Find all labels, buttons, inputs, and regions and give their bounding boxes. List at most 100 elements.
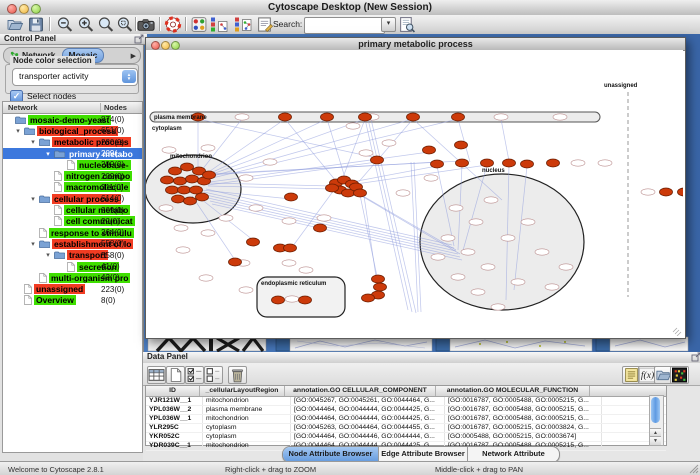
graph-node[interactable] [451,274,465,280]
graph-node-selected[interactable] [372,275,385,283]
close-button[interactable] [151,41,160,50]
table-cell[interactable]: mitochondrion [203,415,291,423]
tree-row[interactable]: response to stimulu264(0) [3,227,142,238]
float-panel-icon[interactable] [691,352,700,362]
tree-row[interactable]: nucleobase-209(0) [3,159,142,170]
graph-node-selected[interactable] [186,175,199,183]
layout-a-icon[interactable] [210,16,228,33]
graph-node[interactable] [511,279,525,285]
graph-node-selected[interactable] [321,113,334,121]
tree-row[interactable]: ▾metabolic process280(0) [3,137,142,148]
graph-node-selected[interactable] [678,188,684,196]
search-input[interactable] [304,17,385,34]
graph-node-selected[interactable] [362,294,375,302]
table-cell[interactable]: mitochondrion [203,397,291,405]
graph-node[interactable] [521,219,535,225]
tree-row[interactable]: ▾establishment of lo558(0) [3,238,142,249]
graph-node-selected[interactable] [172,195,185,203]
expand-arrow-icon[interactable]: ▾ [42,251,54,259]
graph-node[interactable] [501,235,515,241]
tree-row[interactable]: nitrogen compo209(0) [3,170,142,181]
tree-row[interactable]: multi-organism pro42(0) [3,272,142,283]
new-attribute-icon[interactable] [166,366,185,384]
table-row[interactable]: YJR121W__1mitochondrion[GO:0045267, GO:0… [146,397,666,406]
zoom-out-icon[interactable] [56,16,74,33]
graph-node[interactable] [282,218,296,224]
tree-row[interactable]: macromolecule311(0) [3,182,142,193]
tree-row[interactable]: unassigned223(0) [3,283,142,294]
table-row[interactable]: YPL036W__1mitochondrion[GO:0044464, GO:0… [146,415,666,424]
graph-node-selected[interactable] [503,159,516,167]
table-cell[interactable]: [GO:0016787, GO:0005488, GO:0005215, G..… [445,397,602,405]
graph-node[interactable] [559,264,573,270]
graph-node-selected[interactable] [660,188,673,196]
graph-node-selected[interactable] [196,193,209,201]
tree-row[interactable]: cell communicat22(0) [3,216,142,227]
table-cell[interactable]: mitochondrion [203,442,291,450]
graph-node[interactable] [249,205,263,211]
graph-node-selected[interactable] [174,177,187,185]
search-options-icon[interactable] [398,16,416,33]
graph-node-selected[interactable] [371,156,384,164]
graph-node[interactable] [481,264,495,270]
graph-node-selected[interactable] [184,197,197,205]
graph-node[interactable] [235,114,249,120]
attribute-table-icon[interactable] [147,366,166,384]
graph-node[interactable] [282,260,296,266]
table-cell[interactable]: plasma membrane [203,406,291,414]
graph-node[interactable] [598,160,612,166]
table-cell[interactable]: cytoplasm [203,433,291,441]
graph-node-selected[interactable] [431,160,444,168]
graph-node-selected[interactable] [284,244,297,252]
graph-node-selected[interactable] [178,186,191,194]
graph-node[interactable] [176,247,190,253]
annotation-icon[interactable] [256,16,274,33]
table-cell[interactable]: YLR295C [146,424,203,432]
table-scrollbar[interactable]: ▲ ▼ [649,395,664,446]
graph-node-selected[interactable] [374,283,387,291]
expand-arrow-icon[interactable]: ▾ [27,195,39,203]
tab-node-attribute-browser[interactable]: Node Attribute Browser [283,447,379,462]
graph-node-selected[interactable] [203,171,216,179]
graph-node[interactable] [545,284,559,290]
graph-node-selected[interactable] [314,224,327,232]
graph-node[interactable] [396,190,410,196]
table-row[interactable]: YKR052Ccytoplasm[GO:0044464, GO:0044446,… [146,433,666,442]
tree-row[interactable]: mosaic-demo-yeast874(0) [3,114,142,125]
zoom-button[interactable] [171,41,180,50]
tree-row[interactable]: secretion41(0) [3,261,142,272]
graph-node[interactable] [201,230,215,236]
graph-node[interactable] [239,175,253,181]
table-row[interactable]: YLR295Ccytoplasm[GO:0045263, GO:0044464,… [146,424,666,433]
expand-arrow-icon[interactable]: ▾ [27,240,39,248]
graph-node[interactable] [461,249,475,255]
column-header[interactable]: ID [146,386,200,396]
canvas-resize-grip[interactable] [673,328,681,336]
expand-arrow-icon[interactable]: ▾ [12,127,24,135]
graph-node-selected[interactable] [279,113,292,121]
graph-node[interactable] [285,296,299,302]
graph-node[interactable] [494,114,508,120]
graph-node-selected[interactable] [354,189,367,197]
table-cell[interactable]: YDR039C__1 [146,442,203,450]
tree-row[interactable]: ▾biological_process651(0) [3,125,142,136]
graph-node-selected[interactable] [247,238,260,246]
graph-node[interactable] [469,219,483,225]
network-canvas[interactable]: plasma membrane cytoplasm mitochondrion … [146,50,683,336]
graph-node-selected[interactable] [456,159,469,167]
graph-node[interactable] [239,287,253,293]
scroll-down-button[interactable]: ▼ [650,436,661,445]
zoom-button[interactable] [31,4,41,14]
table-cell[interactable]: [GO:0044464, GO:0044446, GO:0044444, G..… [291,433,445,441]
graph-node-selected[interactable] [481,159,494,167]
graph-node[interactable] [299,267,313,273]
snapshot-icon[interactable] [137,16,155,33]
select-attributes-icon[interactable] [185,366,204,384]
minimize-button[interactable] [19,4,29,14]
table-cell[interactable]: [GO:0044464, GO:0044444, GO:0044425, G..… [291,406,445,414]
graph-node[interactable] [424,175,438,181]
graph-node[interactable] [449,205,463,211]
graph-node[interactable] [162,147,176,153]
graph-node-selected[interactable] [407,113,420,121]
graph-node[interactable] [471,289,485,295]
